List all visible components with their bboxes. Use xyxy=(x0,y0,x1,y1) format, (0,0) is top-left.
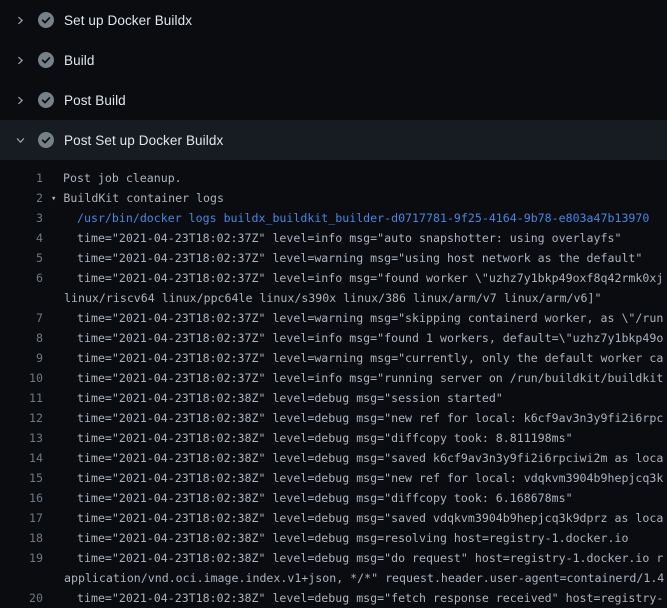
log-line: 10 time="2021-04-23T18:02:37Z" level=inf… xyxy=(0,368,667,388)
log-line-number[interactable]: 12 xyxy=(0,408,43,428)
step-header-post-build[interactable]: Post Build xyxy=(0,80,667,120)
log-line-text: time="2021-04-23T18:02:38Z" level=debug … xyxy=(43,508,663,528)
log-line-text: time="2021-04-23T18:02:37Z" level=warnin… xyxy=(43,348,663,368)
step-log-output: 1 Post job cleanup. 2 ▾BuildKit containe… xyxy=(0,160,667,608)
log-line-number[interactable] xyxy=(0,288,43,308)
log-line-number[interactable]: 11 xyxy=(0,388,43,408)
log-line: application/vnd.oci.image.index.v1+json,… xyxy=(0,568,667,588)
log-line: 7 time="2021-04-23T18:02:37Z" level=warn… xyxy=(0,308,667,328)
log-line-text: time="2021-04-23T18:02:37Z" level=info m… xyxy=(43,228,621,248)
log-line: 19 time="2021-04-23T18:02:38Z" level=deb… xyxy=(0,548,667,568)
log-line-text: time="2021-04-23T18:02:38Z" level=debug … xyxy=(43,548,663,568)
log-line: 15 time="2021-04-23T18:02:38Z" level=deb… xyxy=(0,468,667,488)
log-group-header-text[interactable]: ▾BuildKit container logs xyxy=(43,188,224,208)
log-line-number[interactable]: 7 xyxy=(0,308,43,328)
log-line-number[interactable]: 19 xyxy=(0,548,43,568)
log-line: 8 time="2021-04-23T18:02:37Z" level=info… xyxy=(0,328,667,348)
log-line: linux/riscv64 linux/ppc64le linux/s390x … xyxy=(0,288,667,308)
log-line-text: time="2021-04-23T18:02:38Z" level=debug … xyxy=(43,408,663,428)
log-line-text: Post job cleanup. xyxy=(43,168,182,188)
step-name: Post Build xyxy=(64,93,126,108)
log-line-text: time="2021-04-23T18:02:37Z" level=info m… xyxy=(43,368,663,388)
log-line: 16 time="2021-04-23T18:02:38Z" level=deb… xyxy=(0,488,667,508)
log-line: 2 ▾BuildKit container logs xyxy=(0,188,667,208)
chevron-right-icon[interactable] xyxy=(14,94,26,106)
job-steps-list: Set up Docker Buildx Build P xyxy=(0,0,667,160)
log-line-number[interactable]: 14 xyxy=(0,448,43,468)
step-header-set-up-docker-buildx[interactable]: Set up Docker Buildx xyxy=(0,0,667,40)
log-line-number[interactable]: 18 xyxy=(0,528,43,548)
log-line-text: time="2021-04-23T18:02:38Z" level=debug … xyxy=(43,468,663,488)
log-line: 20 time="2021-04-23T18:02:38Z" level=deb… xyxy=(0,588,667,608)
log-line: 17 time="2021-04-23T18:02:38Z" level=deb… xyxy=(0,508,667,528)
log-line: 3 /usr/bin/docker logs buildx_buildkit_b… xyxy=(0,208,667,228)
log-line-text: linux/riscv64 linux/ppc64le linux/s390x … xyxy=(43,288,601,308)
log-line-number[interactable]: 13 xyxy=(0,428,43,448)
step-header-post-set-up-docker-buildx[interactable]: Post Set up Docker Buildx xyxy=(0,120,667,160)
log-line-text: application/vnd.oci.image.index.v1+json,… xyxy=(43,568,664,588)
step-name: Set up Docker Buildx xyxy=(64,13,192,28)
chevron-down-icon[interactable] xyxy=(14,134,26,146)
status-check-icon xyxy=(38,132,54,148)
step-name: Post Set up Docker Buildx xyxy=(64,133,223,148)
log-line-text: time="2021-04-23T18:02:38Z" level=debug … xyxy=(43,488,573,508)
log-line-number[interactable] xyxy=(0,568,43,588)
log-line-number[interactable]: 3 xyxy=(0,208,43,228)
log-line-number[interactable]: 6 xyxy=(0,268,43,288)
status-check-icon xyxy=(38,92,54,108)
log-command-text: /usr/bin/docker logs buildx_buildkit_bui… xyxy=(43,208,649,228)
log-line: 5 time="2021-04-23T18:02:37Z" level=warn… xyxy=(0,248,667,268)
log-line-number[interactable]: 17 xyxy=(0,508,43,528)
log-line-text: time="2021-04-23T18:02:38Z" level=debug … xyxy=(43,528,628,548)
log-line-text: time="2021-04-23T18:02:37Z" level=warnin… xyxy=(43,248,642,268)
log-line-number[interactable]: 16 xyxy=(0,488,43,508)
log-line: 18 time="2021-04-23T18:02:38Z" level=deb… xyxy=(0,528,667,548)
log-line-number[interactable]: 20 xyxy=(0,588,43,608)
log-line-number[interactable]: 5 xyxy=(0,248,43,268)
log-line-number[interactable]: 15 xyxy=(0,468,43,488)
log-line: 1 Post job cleanup. xyxy=(0,168,667,188)
step-header-build[interactable]: Build xyxy=(0,40,667,80)
status-check-icon xyxy=(38,12,54,28)
chevron-right-icon[interactable] xyxy=(14,14,26,26)
chevron-right-icon[interactable] xyxy=(14,54,26,66)
log-line: 14 time="2021-04-23T18:02:38Z" level=deb… xyxy=(0,448,667,468)
step-name: Build xyxy=(64,53,95,68)
log-line-text: time="2021-04-23T18:02:37Z" level=warnin… xyxy=(43,308,663,328)
log-line-number[interactable]: 1 xyxy=(0,168,43,188)
log-line-number[interactable]: 9 xyxy=(0,348,43,368)
log-line-number[interactable]: 8 xyxy=(0,328,43,348)
log-line-text: time="2021-04-23T18:02:37Z" level=info m… xyxy=(43,328,663,348)
status-check-icon xyxy=(38,52,54,68)
log-line-text: time="2021-04-23T18:02:38Z" level=debug … xyxy=(43,428,573,448)
log-line: 6 time="2021-04-23T18:02:37Z" level=info… xyxy=(0,268,667,288)
log-line-text: time="2021-04-23T18:02:38Z" level=debug … xyxy=(43,588,663,608)
log-line-number[interactable]: 10 xyxy=(0,368,43,388)
log-line: 12 time="2021-04-23T18:02:38Z" level=deb… xyxy=(0,408,667,428)
log-line: 4 time="2021-04-23T18:02:37Z" level=info… xyxy=(0,228,667,248)
log-line-number[interactable]: 2 xyxy=(0,188,43,208)
log-line: 9 time="2021-04-23T18:02:37Z" level=warn… xyxy=(0,348,667,368)
log-line-number[interactable]: 4 xyxy=(0,228,43,248)
log-line-text: time="2021-04-23T18:02:38Z" level=debug … xyxy=(43,448,663,468)
log-line-text: time="2021-04-23T18:02:37Z" level=info m… xyxy=(43,268,663,288)
group-collapse-triangle-icon[interactable]: ▾ xyxy=(51,189,56,209)
log-line: 11 time="2021-04-23T18:02:38Z" level=deb… xyxy=(0,388,667,408)
log-line: 13 time="2021-04-23T18:02:38Z" level=deb… xyxy=(0,428,667,448)
log-line-text: time="2021-04-23T18:02:38Z" level=debug … xyxy=(43,388,503,408)
